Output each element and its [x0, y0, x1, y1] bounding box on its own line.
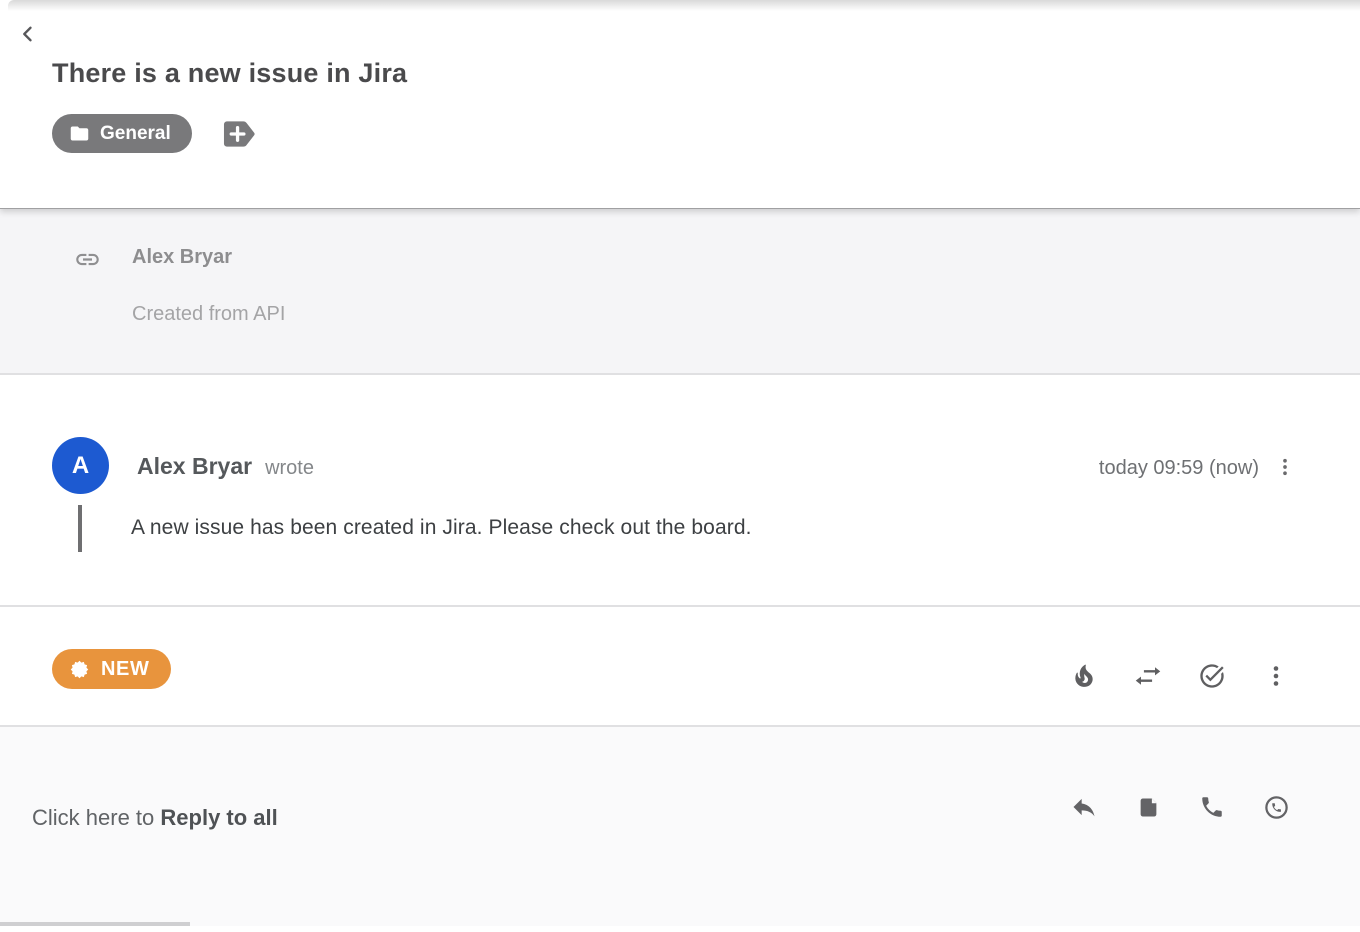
contact-name: Alex Bryar — [132, 246, 232, 269]
message-item: A Alex Bryar wrote today 09:59 (now) A n… — [0, 375, 1360, 607]
folder-icon — [69, 123, 90, 144]
label-chip-text: General — [100, 123, 171, 145]
reply-button[interactable] — [1070, 793, 1098, 821]
close-resolve-button[interactable] — [1198, 662, 1226, 690]
message-author: Alex Bryar — [137, 453, 252, 480]
kebab-menu-icon — [1264, 663, 1288, 689]
burn-button[interactable] — [1070, 662, 1098, 690]
status-row: NEW — [0, 607, 1360, 727]
note-button[interactable] — [1134, 793, 1162, 821]
reply-prompt-prefix: Click here to — [32, 805, 160, 830]
whatsapp-button[interactable] — [1262, 793, 1290, 821]
add-label-button[interactable] — [223, 120, 256, 148]
reply-actions — [1070, 793, 1290, 821]
kebab-menu-icon — [1275, 456, 1295, 478]
call-button[interactable] — [1198, 793, 1226, 821]
contact-description: Created from API — [132, 303, 285, 326]
conversation-header: There is a new issue in Jira General — [0, 0, 1360, 209]
link-icon — [74, 246, 101, 273]
phone-icon — [1199, 794, 1225, 820]
message-body: A new issue has been created in Jira. Pl… — [131, 516, 752, 540]
check-circle-icon — [1198, 662, 1226, 690]
reply-to-all-link[interactable]: Reply to all — [160, 805, 277, 830]
message-header: Alex Bryar wrote — [137, 453, 314, 480]
whatsapp-icon — [1263, 794, 1290, 821]
label-row: General — [52, 114, 256, 153]
reply-bar: Click here to Reply to all — [0, 727, 1360, 926]
message-timestamp: today 09:59 (now) — [1099, 457, 1259, 480]
back-button[interactable] — [16, 22, 40, 46]
plus-tag-icon — [223, 120, 256, 148]
conversation-toolbar — [1070, 662, 1290, 690]
status-badge: NEW — [52, 649, 171, 689]
status-badge-text: NEW — [101, 658, 149, 681]
label-chip-general[interactable]: General — [52, 114, 192, 153]
top-shadow — [8, 0, 1360, 11]
quote-bar — [78, 505, 82, 552]
avatar[interactable]: A — [52, 437, 109, 494]
chevron-left-icon — [18, 24, 38, 44]
note-icon — [1135, 794, 1162, 821]
message-menu-button[interactable] — [1274, 455, 1296, 479]
more-actions-button[interactable] — [1262, 662, 1290, 690]
message-action-label: wrote — [265, 457, 314, 480]
conversation-panel: There is a new issue in Jira General — [0, 0, 1360, 932]
reply-icon — [1070, 793, 1098, 821]
horizontal-scrollbar[interactable] — [0, 922, 190, 926]
page-title: There is a new issue in Jira — [52, 58, 407, 89]
seal-icon — [69, 659, 90, 680]
swap-arrows-icon — [1134, 662, 1162, 690]
flame-icon — [1071, 662, 1097, 690]
reply-prompt[interactable]: Click here to Reply to all — [32, 805, 278, 831]
move-swap-button[interactable] — [1134, 662, 1162, 690]
contact-info-section[interactable]: Alex Bryar Created from API — [0, 209, 1360, 375]
